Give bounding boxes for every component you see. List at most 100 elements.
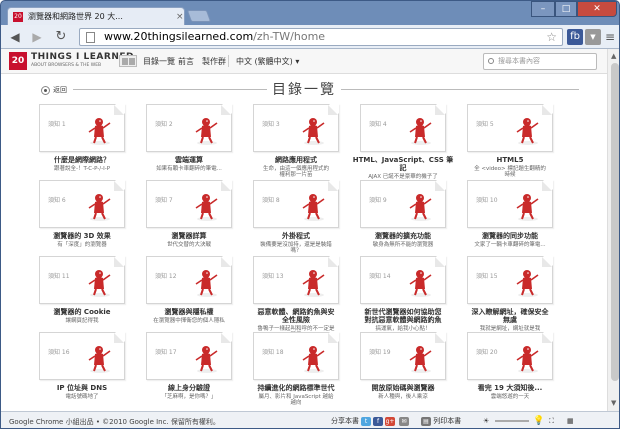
lightbulb-icon[interactable]: 💡 — [533, 415, 544, 427]
nav-foreword[interactable]: 前言 — [178, 56, 194, 67]
chapter-title[interactable]: 網路應用程式 — [236, 156, 356, 164]
shield-extension-icon[interactable]: ▼ — [585, 29, 601, 45]
chapter-card[interactable]: 須知 8 — [253, 180, 339, 228]
chapter-number: 須知 13 — [262, 273, 284, 280]
minimize-button[interactable]: – — [531, 1, 555, 17]
chapter-card[interactable]: 須知 5 — [467, 104, 553, 152]
site-brand-sub: ABOUT BROWSERS & THE WEB — [31, 63, 102, 68]
email-icon: ✉ — [399, 416, 409, 426]
chapter-number: 須知 6 — [48, 197, 66, 204]
chapter-title[interactable]: HTML5 — [450, 156, 570, 164]
chapter-number: 須知 3 — [262, 121, 280, 128]
scroll-up-icon[interactable]: ▲ — [611, 52, 616, 60]
chapter-card[interactable]: 須知 17 — [146, 332, 232, 380]
chapter-number: 須知 18 — [262, 349, 284, 356]
chapter-title[interactable]: 持續進化的網路標準世代 — [236, 384, 356, 392]
chapter-title[interactable]: 什麼是網際網路？ — [22, 156, 142, 164]
chapter-number: 須知 12 — [155, 273, 177, 280]
chapter-card[interactable]: 須知 16 — [39, 332, 125, 380]
chapter-subtitle: 如果有顆卡車翻碎的筆電... — [156, 166, 222, 172]
chapter-title[interactable]: HTML、JavaScript、CSS 筆 記 — [343, 156, 463, 172]
chapter-title[interactable]: IP 位址與 DNS — [22, 384, 142, 392]
forward-arrow-icon[interactable]: ▶ — [29, 29, 45, 45]
chapter-card[interactable]: 須知 20 — [467, 332, 553, 380]
nav-credits[interactable]: 製作群 — [202, 56, 226, 67]
chapter-card[interactable]: 須知 18 — [253, 332, 339, 380]
chapter-subtitle: 新人種與，後人乘涼 — [378, 394, 428, 400]
chapter-card[interactable]: 須知 3 — [253, 104, 339, 152]
site-logo[interactable]: 20 — [9, 52, 27, 70]
chapter-title[interactable]: 線上身分驗證 — [129, 384, 249, 392]
chapter-card[interactable]: 須知 10 — [467, 180, 553, 228]
chapter-title[interactable]: 惡意軟體、網路釣魚與安 全性風險 — [236, 308, 356, 324]
browser-tab[interactable]: 20 瀏覽器和網路世界 20 大... × — [7, 7, 185, 25]
illustration-icon — [88, 346, 111, 373]
language-selector[interactable]: 中文 (繁體中文) ▾ — [236, 56, 299, 67]
chapter-card[interactable]: 須知 19 — [360, 332, 446, 380]
language-label: 中文 (繁體中文) — [236, 57, 293, 66]
gplus-button[interactable]: g+ — [385, 415, 395, 427]
nav-contents[interactable]: 目錄一覽 — [143, 56, 175, 67]
chapter-title[interactable]: 深入瞭解網址，確保安全 無虞 — [450, 308, 570, 324]
chapter-card[interactable]: 須知 12 — [146, 256, 232, 304]
fullscreen-icon[interactable]: ⛶ — [549, 415, 554, 427]
chapter-card[interactable]: 須知 1 — [39, 104, 125, 152]
chapter-title[interactable]: 外掛程式 — [236, 232, 356, 240]
reload-icon[interactable]: ↻ — [53, 29, 69, 45]
chapter-title[interactable]: 開放原始碼與瀏覽器 — [343, 384, 463, 392]
scrollbar[interactable]: ▲ ▼ — [607, 49, 619, 411]
illustration-icon — [302, 118, 325, 145]
chevron-down-icon: ▾ — [295, 57, 300, 66]
chapter-card[interactable]: 須知 4 — [360, 104, 446, 152]
chapter-number: 須知 15 — [476, 273, 498, 280]
chapter-title[interactable]: 瀏覽器的同步功能 — [450, 232, 570, 240]
wrench-menu-icon[interactable]: ≡ — [602, 29, 618, 45]
chapter-number: 須知 5 — [476, 121, 494, 128]
chapter-card[interactable]: 須知 6 — [39, 180, 125, 228]
chapter-title[interactable]: 看完 19 大須知後... — [450, 384, 570, 392]
chapter-title[interactable]: 新世代瀏覽器如何協助您 對抗惡意軟體與網路釣魚 — [343, 308, 463, 324]
chapter-card[interactable]: 須知 14 — [360, 256, 446, 304]
chapter-title[interactable]: 瀏覽器與隱私權 — [129, 308, 249, 316]
brightness-icon[interactable]: ☀ — [483, 415, 489, 427]
chapter-title[interactable]: 瀏覽器詳算 — [129, 232, 249, 240]
scroll-down-icon[interactable]: ▼ — [611, 399, 616, 407]
chapter-number: 須知 9 — [369, 197, 387, 204]
print-button[interactable]: ▤ 列印本書 — [421, 415, 461, 427]
chapter-title[interactable]: 瀏覽器的擴充功能 — [343, 232, 463, 240]
chapter-card[interactable]: 須知 2 — [146, 104, 232, 152]
maximize-button[interactable]: □ — [555, 1, 577, 17]
new-tab-button[interactable] — [186, 10, 212, 22]
grid-view-icon[interactable]: ▦ — [567, 415, 574, 427]
view-switch-icon[interactable] — [119, 55, 137, 67]
chapter-subtitle: 全 <video> 標記題生翻精的 時候 — [474, 166, 546, 178]
chapter-card[interactable]: 須知 13 — [253, 256, 339, 304]
chapter-card[interactable]: 須知 9 — [360, 180, 446, 228]
bookmark-star-icon[interactable]: ☆ — [546, 29, 557, 45]
url-path: /zh-TW/home — [253, 30, 326, 43]
scrollbar-thumb[interactable] — [611, 63, 619, 381]
twitter-button[interactable]: t — [361, 415, 371, 427]
search-input[interactable]: 搜尋本書內容 — [483, 53, 597, 70]
copyright-text: Google Chrome 小組出品 • ©2010 Google Inc. 保… — [9, 418, 220, 426]
browser-toolbar: ◀ ▶ ↻ www.20thingsilearned.com/zh-TW/hom… — [1, 25, 619, 49]
tab-close-icon[interactable]: × — [176, 9, 184, 25]
illustration-icon — [88, 270, 111, 297]
facebook-button[interactable]: f — [373, 415, 383, 427]
brightness-slider[interactable] — [495, 420, 529, 422]
chapter-subtitle: 生命，由這一個應用程式的 權利那一片苗 — [262, 166, 329, 178]
chapter-title[interactable]: 瀏覽器的 3D 效果 — [22, 232, 142, 240]
back-arrow-icon[interactable]: ◀ — [7, 29, 23, 45]
chapter-card[interactable]: 須知 11 — [39, 256, 125, 304]
address-bar[interactable]: www.20thingsilearned.com/zh-TW/home ☆ — [79, 28, 563, 46]
close-window-button[interactable]: ✕ — [577, 1, 617, 17]
facebook-extension-icon[interactable]: fb — [567, 29, 583, 45]
chapter-card[interactable]: 須知 15 — [467, 256, 553, 304]
email-button[interactable]: ✉ — [399, 415, 409, 427]
chapter-card[interactable]: 須知 7 — [146, 180, 232, 228]
twitter-icon: t — [361, 416, 371, 426]
chapter-title[interactable]: 雲端運算 — [129, 156, 249, 164]
chapter-number: 須知 19 — [369, 349, 391, 356]
chapter-title[interactable]: 瀏覽器的 Cookie — [22, 308, 142, 316]
illustration-icon — [409, 194, 432, 221]
